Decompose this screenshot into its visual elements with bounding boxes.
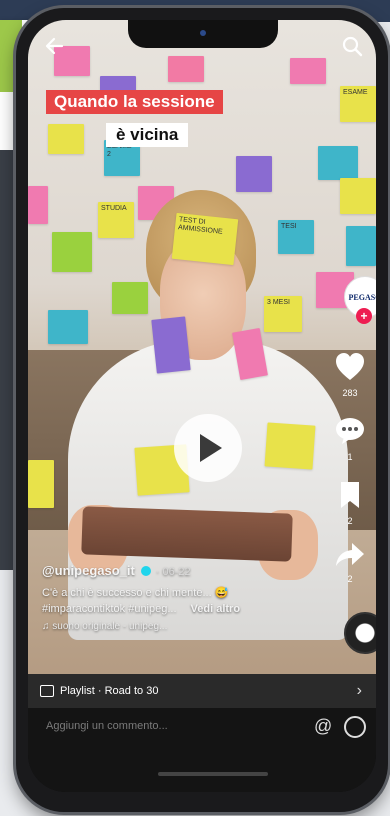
home-indicator: [158, 772, 268, 776]
phone-notch: [128, 20, 278, 48]
share-button[interactable]: 2: [328, 540, 372, 584]
post-description: C'è a chi è successo e chi mente...: [42, 587, 212, 599]
sticky-note: [48, 124, 84, 154]
sticky-note: [168, 56, 204, 82]
sticky-note: [346, 226, 376, 266]
mention-icon[interactable]: @: [314, 716, 332, 737]
emoji-icon: 😅: [211, 587, 229, 599]
sticky-note-shirt: [264, 422, 316, 470]
music-label[interactable]: suono originale - unipeg...: [52, 621, 167, 632]
post-hashtags[interactable]: #imparacontiktok #unipeg...: [42, 603, 177, 615]
follow-button[interactable]: +: [356, 308, 372, 324]
post-date: 06-22: [162, 566, 191, 578]
comment-input[interactable]: Aggiungi un commento...: [46, 720, 168, 732]
phone-screen: ESAME ESAME 2 STUDIA TESI 3 MESI TEST DI…: [28, 20, 376, 792]
sticky-note: [28, 460, 54, 508]
comment-bar: Aggiungi un commento... @: [28, 708, 376, 792]
playlist-bar[interactable]: Playlist · Road to 30 ›: [28, 674, 376, 708]
save-count: 2: [347, 516, 353, 526]
sticky-note: [236, 156, 272, 192]
emoji-picker-icon[interactable]: [344, 716, 366, 738]
like-button[interactable]: 283: [328, 352, 372, 398]
post-info: @unipegaso_it · 06-22 C'è a chi è succes…: [42, 563, 241, 632]
sticky-note: [340, 178, 376, 214]
play-button[interactable]: [174, 414, 242, 482]
search-icon[interactable]: [340, 34, 364, 58]
chevron-right-icon: ›: [356, 682, 362, 699]
back-arrow-icon[interactable]: [42, 34, 66, 58]
playlist-icon: [40, 685, 54, 697]
verified-badge-icon: [141, 565, 152, 576]
sticky-note: TESI: [278, 220, 314, 254]
sticky-note: STUDIA: [98, 202, 134, 238]
sticky-note: [52, 232, 92, 272]
comment-button[interactable]: 1: [328, 416, 372, 462]
sticky-note: [112, 282, 148, 314]
heart-icon: [336, 353, 364, 380]
sticky-note: [28, 186, 48, 224]
save-button[interactable]: 2: [328, 480, 372, 526]
see-more-link[interactable]: Vedi altro: [191, 603, 241, 615]
username[interactable]: @unipegaso_it: [42, 563, 135, 578]
comment-count: 1: [347, 452, 353, 462]
sticky-note: ESAME: [340, 86, 376, 122]
share-arrow-icon: [336, 543, 364, 566]
camera-icon: [200, 30, 206, 36]
tablet: [81, 506, 293, 562]
sticky-note: [318, 146, 358, 180]
sticky-note-cheek: [151, 316, 191, 374]
comment-icon: [336, 418, 364, 444]
like-count: 283: [342, 388, 358, 398]
sticky-note: 3 MESI: [264, 296, 302, 332]
video-caption-line2: è vicina: [106, 123, 189, 147]
sticky-note: [290, 58, 326, 84]
share-count: 2: [347, 574, 353, 584]
sticky-note-forehead: TEST DI AMMISSIONE: [171, 212, 239, 266]
bookmark-icon: [341, 482, 359, 508]
video-caption-line1: Quando la sessione: [46, 90, 223, 114]
playlist-label: Playlist · Road to 30: [60, 685, 159, 697]
music-note-icon: ♫: [42, 621, 53, 632]
sticky-note: [48, 310, 88, 344]
